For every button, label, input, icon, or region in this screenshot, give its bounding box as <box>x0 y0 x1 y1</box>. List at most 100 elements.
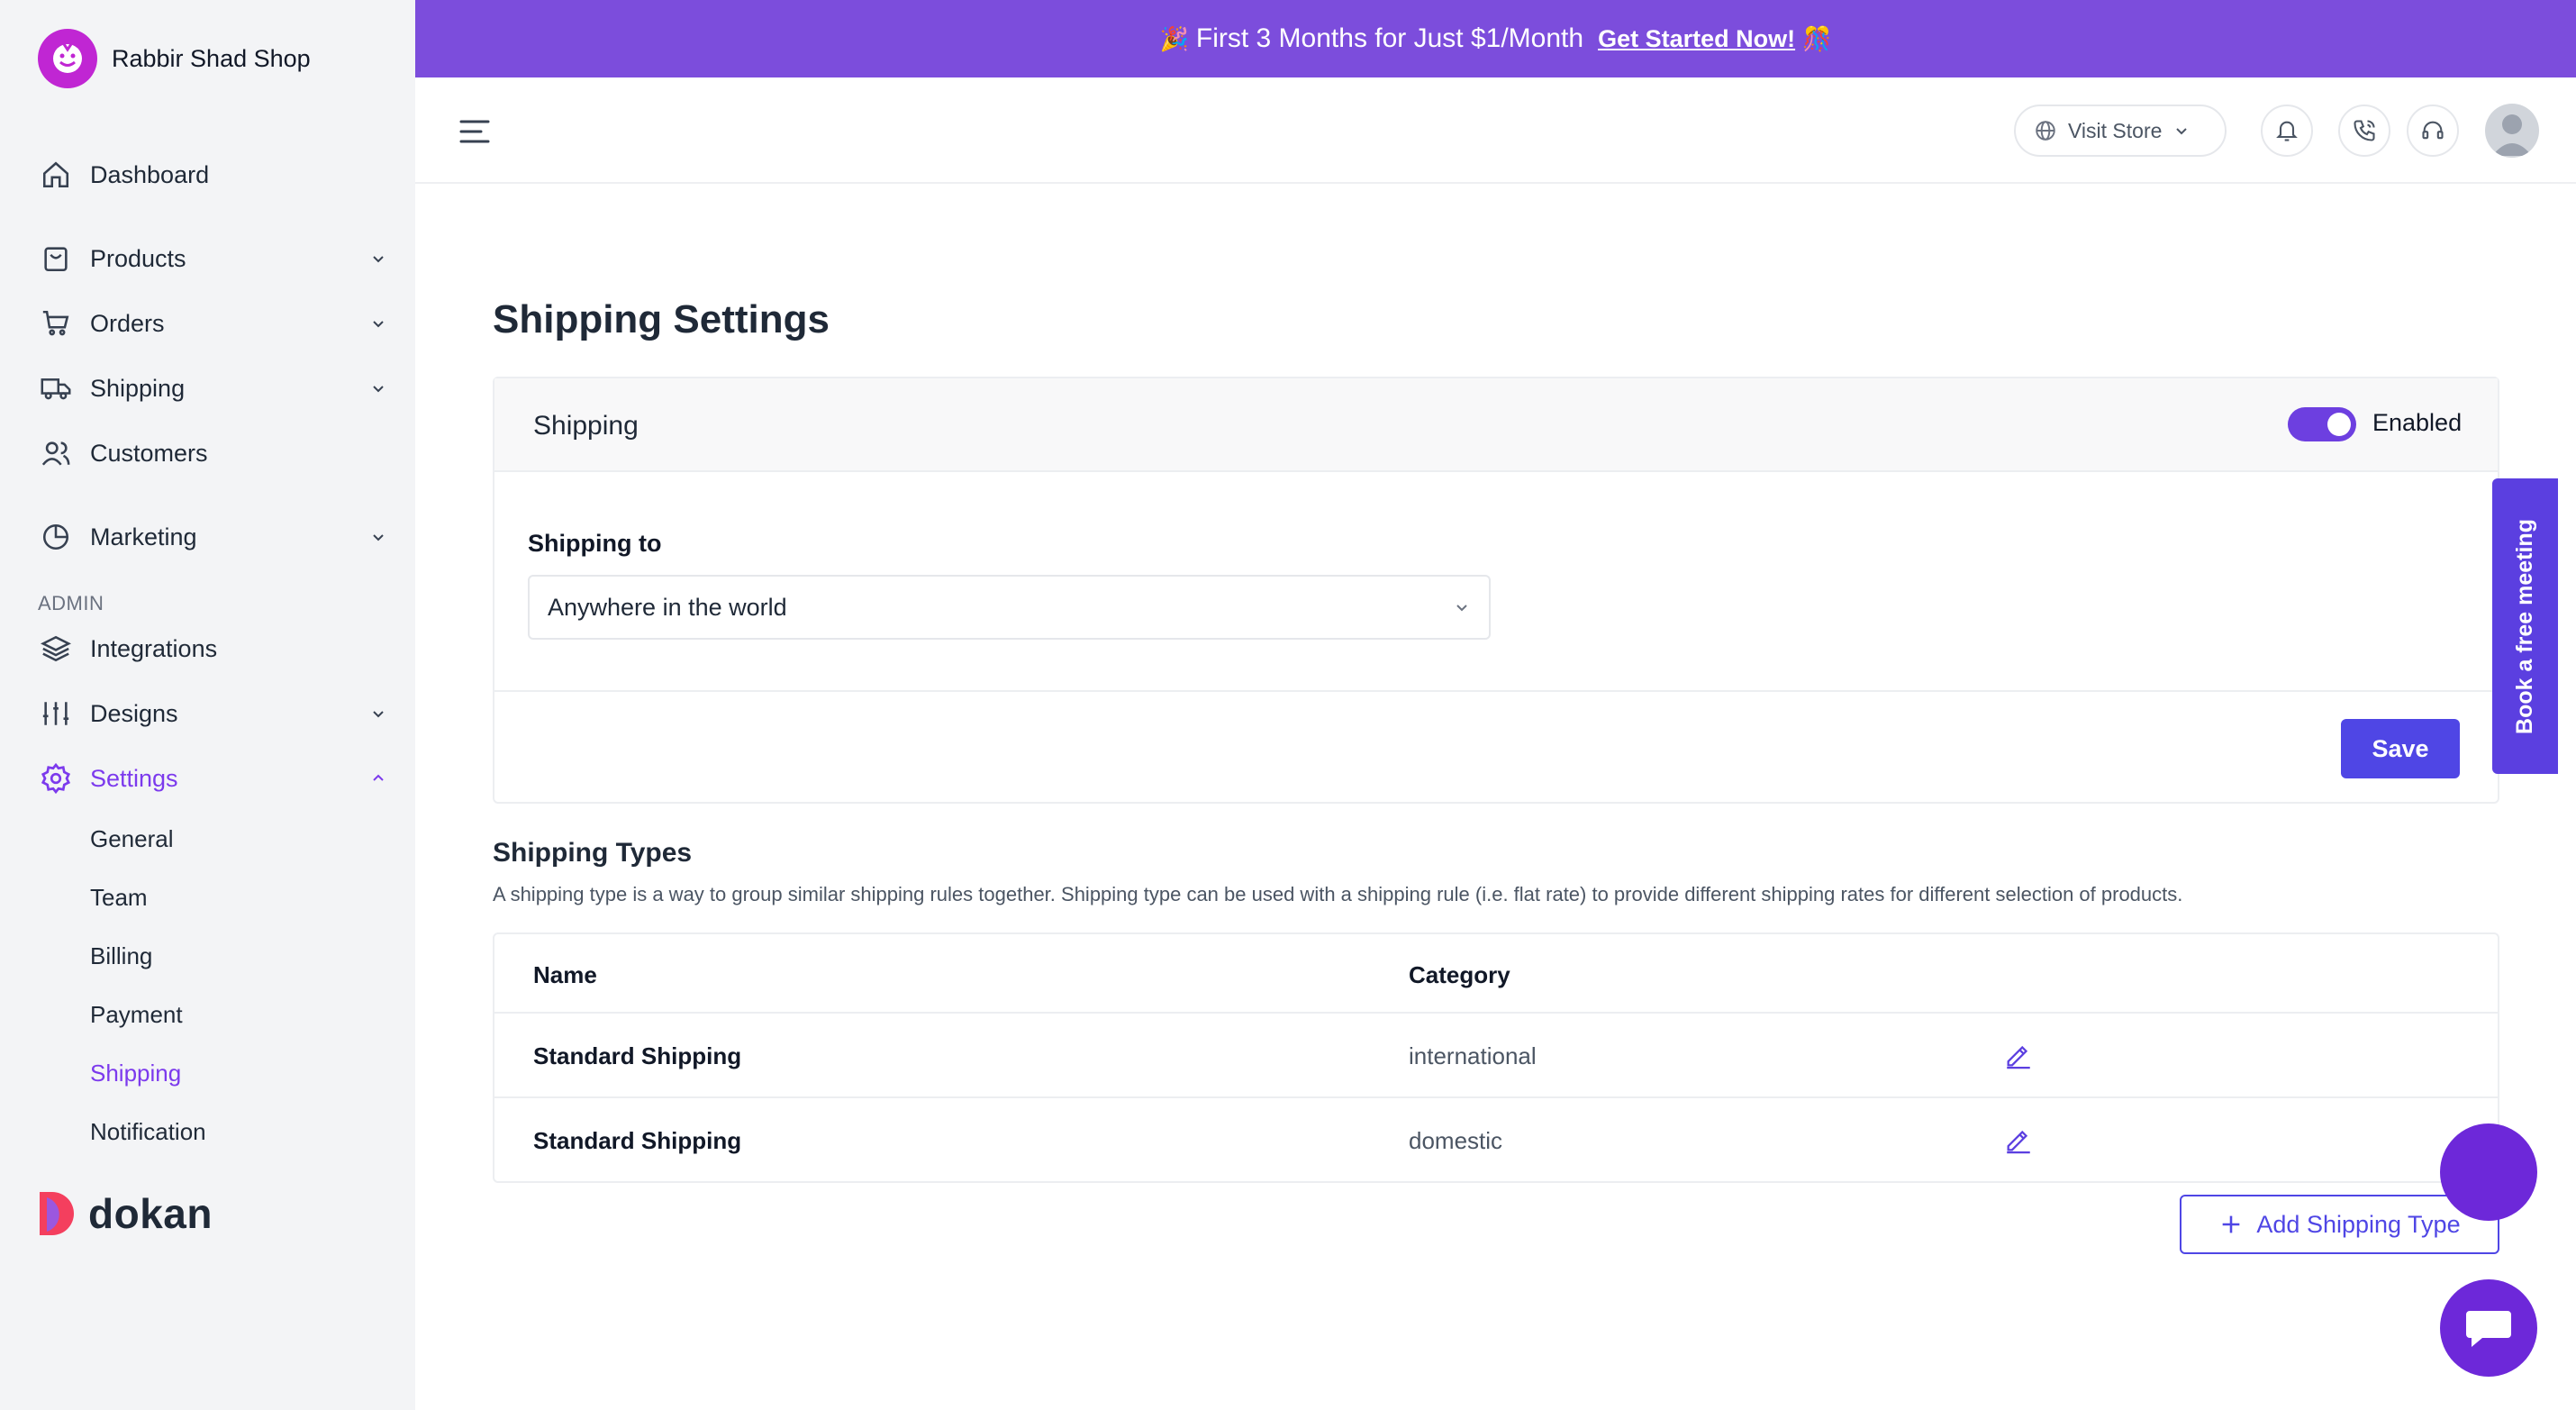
shipping-types-table: Name Category Standard Shipping internat… <box>493 932 2499 1183</box>
shipping-card-header: Shipping Enabled <box>494 378 2498 472</box>
promo-text: First 3 Months for Just $1/Month <box>1195 23 1584 53</box>
save-button[interactable]: Save <box>2341 719 2460 778</box>
headset-icon <box>2422 121 2444 140</box>
sidebar-item-marketing[interactable]: Marketing <box>38 515 389 559</box>
shop-name: Rabbir Shad Shop <box>112 44 311 72</box>
visit-store-label: Visit Store <box>2068 118 2163 142</box>
layers-icon <box>38 631 74 667</box>
sidebar-item-shipping[interactable]: Shipping <box>38 367 389 410</box>
settings-sub-payment[interactable]: Payment <box>90 996 183 1032</box>
home-icon <box>38 157 74 193</box>
admin-section-label: ADMIN <box>38 592 104 614</box>
shipping-to-select[interactable]: Anywhere in the world <box>528 575 1491 640</box>
promo-cta-link[interactable]: Get Started Now! <box>1598 25 1795 53</box>
truck-icon <box>38 370 74 406</box>
sidebar-item-integrations[interactable]: Integrations <box>38 627 389 670</box>
cart-icon <box>38 305 74 341</box>
add-shipping-type-label: Add Shipping Type <box>2256 1210 2461 1238</box>
menu-toggle-button[interactable] <box>457 114 493 150</box>
sidebar-item-label: Marketing <box>90 523 197 550</box>
settings-sub-shipping[interactable]: Shipping <box>90 1055 181 1091</box>
toggle-label: Enabled <box>2372 409 2463 436</box>
table-header: Name Category <box>494 934 2498 1014</box>
sidebar-item-customers[interactable]: Customers <box>38 432 389 475</box>
sidebar-item-label: Dashboard <box>90 160 210 188</box>
chevron-down-icon <box>1456 605 1467 612</box>
gear-icon <box>38 760 74 796</box>
chevron-down-icon <box>367 248 389 269</box>
party-popper-icon: 🎉 <box>1159 24 1189 52</box>
table-row: Standard Shipping domestic <box>494 1098 2498 1183</box>
shipping-card-title: Shipping <box>533 411 639 441</box>
bell-icon <box>2276 121 2298 141</box>
support-button[interactable] <box>2407 105 2459 157</box>
chevron-up-icon <box>367 768 389 789</box>
notifications-button[interactable] <box>2261 105 2313 157</box>
user-avatar[interactable] <box>2485 104 2539 158</box>
settings-sub-notification[interactable]: Notification <box>90 1114 206 1142</box>
sliders-icon <box>38 696 74 732</box>
pencil-icon <box>2007 1045 2030 1069</box>
chevron-down-icon <box>367 703 389 724</box>
sidebar-item-designs[interactable]: Designs <box>38 692 389 735</box>
sidebar-item-label: Designs <box>90 699 178 727</box>
shipping-to-label: Shipping to <box>528 530 662 557</box>
shipping-types-title: Shipping Types <box>493 838 693 868</box>
shipping-card: Shipping Enabled Shipping to Anywhere in… <box>493 377 2499 804</box>
shipping-enabled-toggle[interactable] <box>2288 407 2356 441</box>
sidebar: Rabbir Shad Shop Dashboard Products Orde… <box>0 0 415 1410</box>
sidebar-item-label: Products <box>90 244 186 272</box>
column-header-name: Name <box>533 961 597 988</box>
chevron-down-icon <box>367 526 389 548</box>
pie-chart-icon <box>38 519 74 555</box>
pencil-icon <box>2007 1130 2030 1154</box>
row-category: international <box>1409 1042 1537 1069</box>
table-row: Standard Shipping international <box>494 1014 2498 1098</box>
users-icon <box>38 435 74 471</box>
sidebar-item-settings[interactable]: Settings <box>38 757 389 800</box>
plus-icon <box>2218 1212 2244 1237</box>
shop-logo-icon <box>38 29 97 88</box>
toggle-knob <box>2327 413 2351 436</box>
row-name: Standard Shipping <box>533 1127 742 1154</box>
column-header-category: Category <box>1409 961 1510 988</box>
dokan-logo: dokan <box>38 1189 213 1238</box>
row-name: Standard Shipping <box>533 1042 742 1069</box>
shopping-bag-icon <box>38 241 74 277</box>
edit-button[interactable] <box>2000 1037 2036 1073</box>
sidebar-item-orders[interactable]: Orders <box>38 302 389 345</box>
promo-banner: 🎉 First 3 Months for Just $1/Month Get S… <box>415 0 2576 77</box>
visit-store-button[interactable]: Visit Store <box>2014 105 2227 157</box>
settings-sub-team[interactable]: Team <box>90 879 148 915</box>
sidebar-item-dashboard[interactable]: Dashboard <box>38 153 389 196</box>
shipping-types-description: A shipping type is a way to group simila… <box>493 883 2183 905</box>
floating-action-button[interactable] <box>2440 1123 2537 1221</box>
settings-sub-general[interactable]: General <box>90 821 174 857</box>
dokan-wordmark: dokan <box>88 1190 213 1237</box>
chat-icon <box>2466 1311 2511 1347</box>
hamburger-icon <box>459 120 490 143</box>
call-button[interactable] <box>2338 105 2390 157</box>
dokan-logo-icon <box>40 1192 74 1235</box>
sidebar-scroll-clip: Notification <box>0 1108 415 1142</box>
chevron-down-icon <box>2176 128 2188 135</box>
sidebar-item-products[interactable]: Products <box>38 237 389 280</box>
page-title: Shipping Settings <box>493 297 830 341</box>
card-divider <box>494 690 2498 692</box>
shop-brand[interactable]: Rabbir Shad Shop <box>38 29 311 88</box>
chevron-down-icon <box>367 313 389 334</box>
chevron-down-icon <box>367 378 389 399</box>
user-avatar-icon <box>2492 114 2532 156</box>
sidebar-item-label: Orders <box>90 309 165 337</box>
sidebar-item-label: Integrations <box>90 634 218 662</box>
chat-button[interactable] <box>2440 1279 2537 1377</box>
edit-button[interactable] <box>2000 1122 2036 1158</box>
sidebar-item-label: Settings <box>90 764 178 792</box>
phone-icon <box>2354 120 2375 141</box>
book-meeting-tab[interactable]: Book a free meeting <box>2492 478 2558 774</box>
settings-sub-billing[interactable]: Billing <box>90 938 152 974</box>
row-category: domestic <box>1409 1127 1503 1154</box>
confetti-icon: 🎊 <box>1802 24 1832 52</box>
sidebar-item-label: Customers <box>90 439 208 467</box>
sidebar-item-label: Shipping <box>90 374 186 402</box>
